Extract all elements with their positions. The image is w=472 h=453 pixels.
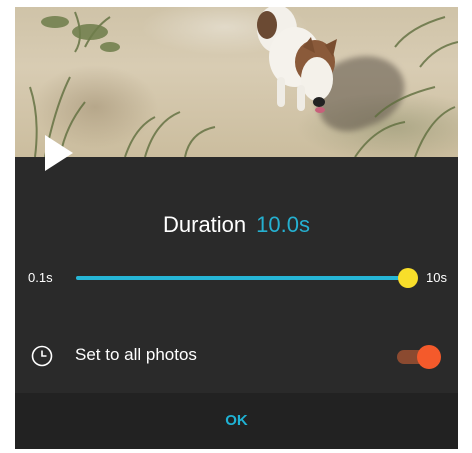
duration-value: 10.0s [256, 212, 310, 237]
set-to-all-label: Set to all photos [75, 345, 197, 364]
slider-thumb[interactable] [398, 268, 418, 288]
duration-dialog: Duration 10.0s 0.1s 10s Set to all photos… [15, 7, 458, 449]
toggle-knob [417, 345, 441, 369]
duration-slider[interactable] [76, 268, 418, 288]
set-to-all-row[interactable]: Set to all photos [15, 337, 458, 377]
ok-button[interactable]: OK [15, 393, 458, 449]
slider-fill [76, 276, 408, 280]
slider-min-label: 0.1s [28, 270, 53, 285]
duration-label: Duration [163, 212, 247, 237]
play-icon[interactable] [45, 135, 73, 171]
photo-preview [15, 7, 458, 157]
slider-max-label: 10s [426, 270, 447, 285]
duration-heading: Duration 10.0s [15, 212, 458, 238]
button-bar: OK [15, 393, 458, 449]
dog-image [29, 7, 458, 157]
clock-icon [31, 345, 53, 367]
set-to-all-toggle[interactable] [397, 345, 441, 369]
